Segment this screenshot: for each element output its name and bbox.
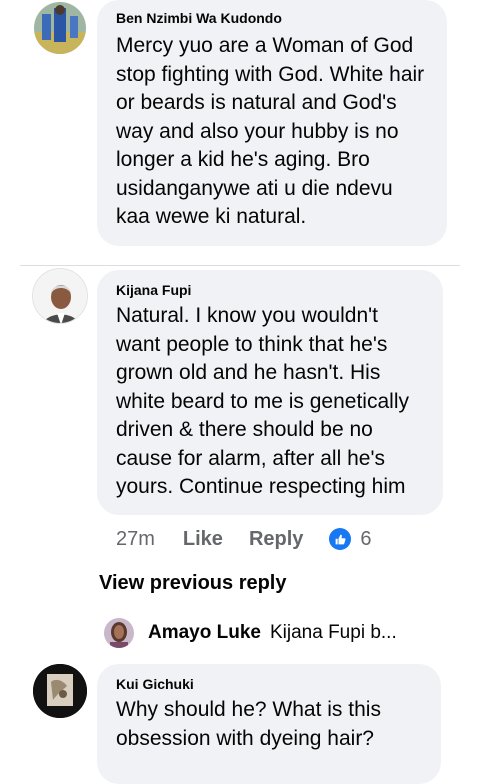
- comment-text: Why should he? What is this obsession wi…: [116, 698, 381, 750]
- comment-author[interactable]: Kijana Fupi: [116, 282, 427, 298]
- comment-text: Mercy yuo are a Woman of God stop fighti…: [116, 34, 425, 228]
- reply-snippet[interactable]: Kijana Fupi b...: [270, 622, 412, 644]
- comment-bubble: Kijana Fupi Natural. I know you wouldn't…: [97, 270, 443, 515]
- comment-timestamp: 27m: [116, 527, 155, 550]
- comment-bubble: Ben Nzimbi Wa Kudondo Mercy yuo are a Wo…: [97, 0, 447, 246]
- avatar-kijana[interactable]: [32, 268, 88, 324]
- like-button[interactable]: Like: [183, 528, 223, 551]
- view-previous-reply-link[interactable]: View previous reply: [99, 572, 287, 595]
- reaction-count[interactable]: 6: [360, 528, 371, 551]
- comment-bubble: Kui Gichuki Why should he? What is this …: [97, 664, 441, 784]
- reply-preview[interactable]: Amayo Luke Kijana Fupi b...: [104, 617, 412, 649]
- avatar-kui[interactable]: [33, 664, 87, 718]
- avatar-ben[interactable]: [34, 2, 86, 54]
- reply-author[interactable]: Amayo Luke: [148, 622, 261, 644]
- comment-actions: 27m Like Reply 6: [116, 525, 372, 553]
- comment-author[interactable]: Ben Nzimbi Wa Kudondo: [116, 10, 431, 26]
- divider: [20, 265, 460, 266]
- comment-text: Natural. I know you wouldn't want people…: [116, 304, 409, 498]
- comment-author[interactable]: Kui Gichuki: [116, 676, 425, 692]
- like-icon[interactable]: [329, 528, 352, 550]
- avatar-amayo[interactable]: [104, 618, 134, 648]
- reply-button[interactable]: Reply: [249, 528, 303, 551]
